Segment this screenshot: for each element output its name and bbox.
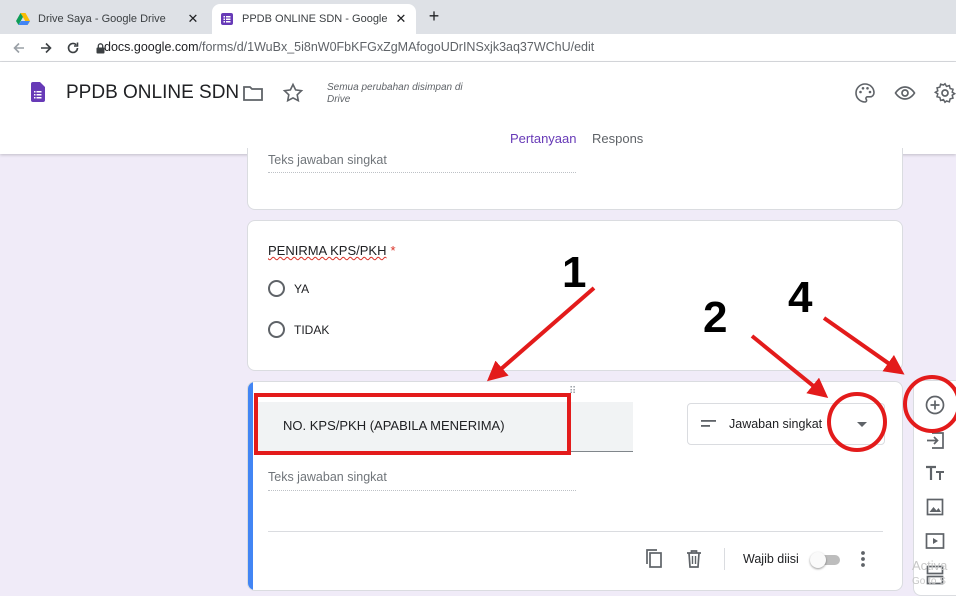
import-questions-icon[interactable] bbox=[924, 429, 946, 451]
forms-header: PPDB ONLINE SDN Semua perubahan disimpan… bbox=[0, 62, 956, 154]
new-tab-button[interactable]: + bbox=[424, 6, 444, 27]
watermark-line-1: Activa bbox=[912, 558, 948, 573]
tab-questions[interactable]: Pertanyaan bbox=[510, 131, 577, 146]
short-answer-placeholder: Teks jawaban singkat bbox=[268, 153, 387, 167]
address-bar-row: docs.google.com/forms/d/1WuBx_5i8nW0FbKF… bbox=[0, 34, 956, 62]
add-image-icon[interactable] bbox=[924, 496, 946, 518]
add-title-text-icon[interactable] bbox=[924, 462, 946, 484]
forward-arrow-icon[interactable] bbox=[37, 40, 55, 56]
radio-option-ya[interactable]: YA bbox=[268, 280, 309, 297]
url-field[interactable]: docs.google.com/forms/d/1WuBx_5i8nW0FbKF… bbox=[104, 40, 594, 54]
radio-circle[interactable] bbox=[268, 280, 285, 297]
activate-windows-watermark: Activa Go to S bbox=[912, 558, 947, 590]
question-title[interactable]: PENIRMA KPS/PKH * bbox=[268, 243, 396, 258]
option-label: YA bbox=[294, 281, 310, 296]
short-answer-type-icon bbox=[701, 420, 716, 427]
drag-handle-icon[interactable]: ⠿ bbox=[569, 386, 577, 397]
question-type-dropdown[interactable]: Jawaban singkat bbox=[687, 403, 885, 445]
reload-icon[interactable] bbox=[64, 40, 82, 56]
close-tab-icon[interactable]: ✕ bbox=[394, 11, 408, 27]
forms-document-icon[interactable] bbox=[31, 82, 45, 102]
question-type-label: Jawaban singkat bbox=[729, 417, 823, 431]
more-options-icon[interactable] bbox=[860, 549, 866, 569]
add-video-icon[interactable] bbox=[924, 530, 946, 552]
chevron-down-icon[interactable] bbox=[857, 422, 867, 427]
save-status: Semua perubahan disimpan di Drive bbox=[327, 82, 463, 105]
question-card-previous[interactable]: Teks jawaban singkat bbox=[247, 148, 903, 210]
question-title-text: PENIRMA KPS/PKH bbox=[268, 243, 387, 258]
tab-title: PPDB ONLINE SDN - Google For bbox=[242, 13, 388, 25]
watermark-line-2: Go to S bbox=[912, 576, 946, 587]
google-forms-icon bbox=[221, 13, 233, 25]
required-toggle[interactable] bbox=[810, 552, 842, 568]
preview-eye-icon[interactable] bbox=[894, 82, 916, 104]
google-drive-icon bbox=[16, 13, 30, 25]
settings-gear-icon[interactable] bbox=[934, 82, 956, 104]
toggle-knob bbox=[810, 552, 826, 568]
delete-trash-icon[interactable] bbox=[685, 548, 703, 570]
back-arrow-icon[interactable] bbox=[10, 40, 28, 56]
radio-circle[interactable] bbox=[268, 321, 285, 338]
browser-tab-forms[interactable]: PPDB ONLINE SDN - Google For ✕ bbox=[212, 4, 416, 34]
url-path: /forms/d/1WuBx_5i8nW0FbKFGxZgMAfogoUDrIN… bbox=[198, 40, 595, 54]
short-answer-placeholder: Teks jawaban singkat bbox=[268, 470, 387, 484]
star-icon[interactable] bbox=[282, 82, 304, 104]
active-card-indicator bbox=[248, 382, 253, 590]
answer-underline bbox=[268, 172, 576, 173]
browser-tabstrip: Drive Saya - Google Drive ✕ PPDB ONLINE … bbox=[0, 0, 956, 34]
palette-icon[interactable] bbox=[854, 82, 876, 104]
tab-title: Drive Saya - Google Drive bbox=[38, 13, 166, 25]
radio-option-tidak[interactable]: TIDAK bbox=[268, 321, 329, 338]
url-host: docs.google.com bbox=[104, 40, 199, 54]
tab-responses[interactable]: Respons bbox=[592, 131, 643, 146]
answer-underline bbox=[268, 490, 576, 491]
question-card-active[interactable]: ⠿ NO. KPS/PKH (APABILA MENERIMA) Jawaban… bbox=[247, 381, 903, 591]
required-asterisk: * bbox=[390, 243, 396, 258]
footer-separator bbox=[724, 548, 725, 570]
required-label: Wajib diisi bbox=[743, 552, 799, 566]
annotation-number-2: 2 bbox=[703, 293, 728, 342]
close-tab-icon[interactable]: ✕ bbox=[186, 11, 200, 27]
folder-icon[interactable] bbox=[242, 82, 264, 104]
duplicate-icon[interactable] bbox=[644, 548, 664, 570]
card-footer-divider bbox=[268, 531, 883, 532]
option-label: TIDAK bbox=[294, 322, 330, 337]
question-title-text: NO. KPS/PKH (APABILA MENERIMA) bbox=[283, 418, 505, 433]
annotation-number-4: 4 bbox=[788, 273, 813, 322]
form-title[interactable]: PPDB ONLINE SDN bbox=[66, 82, 239, 104]
add-question-icon[interactable] bbox=[924, 394, 946, 416]
browser-tab-drive[interactable]: Drive Saya - Google Drive ✕ bbox=[8, 4, 208, 34]
annotation-number-1: 1 bbox=[562, 248, 587, 297]
